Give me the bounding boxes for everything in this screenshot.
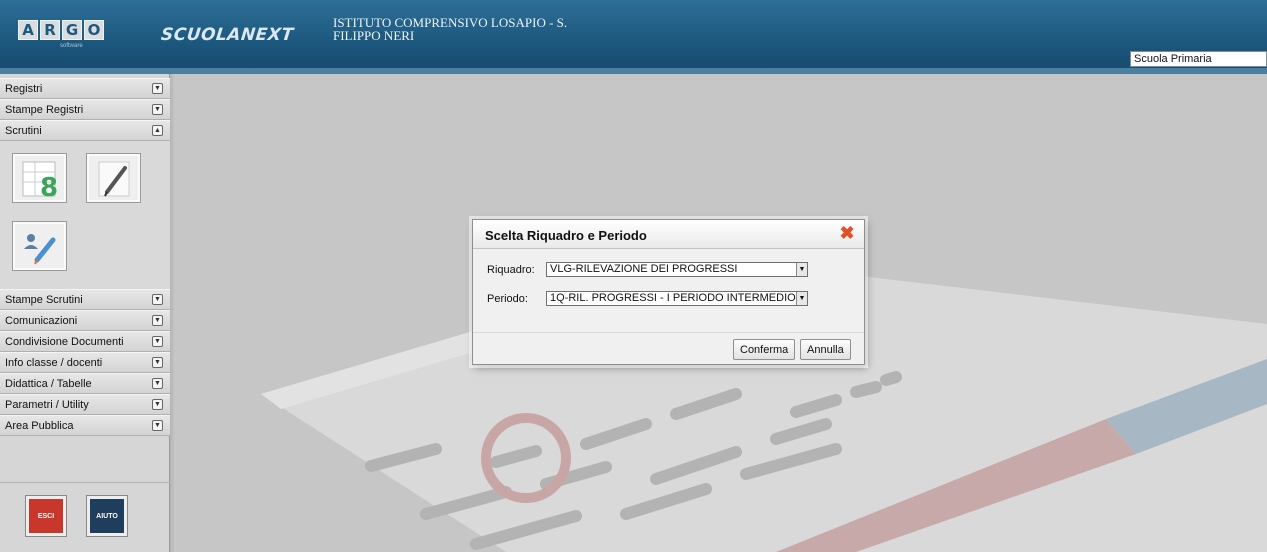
school-level-select[interactable]: Scuola Primaria <box>1130 51 1267 67</box>
collapse-icon[interactable]: ▲ <box>152 125 163 136</box>
sidebar-item-label: Info classe / docenti <box>5 356 103 369</box>
sidebar-item-stampe-scrutini[interactable]: Stampe Scrutini ▼ <box>0 289 170 310</box>
help-button[interactable]: AIUTO <box>86 495 128 537</box>
sidebar-item-stampe-registri[interactable]: Stampe Registri ▼ <box>0 99 170 120</box>
expand-icon[interactable]: ▼ <box>152 336 163 347</box>
expand-icon[interactable]: ▼ <box>152 104 163 115</box>
sidebar-item-area-pubblica[interactable]: Area Pubblica ▼ <box>0 415 170 436</box>
periodo-select[interactable]: 1Q-RIL. PROGRESSI - I PERIODO INTERMEDIO… <box>546 291 808 306</box>
sidebar-item-scrutini[interactable]: Scrutini ▲ <box>0 120 170 141</box>
periodo-label: Periodo: <box>487 293 528 305</box>
logo-subtitle: software <box>60 43 83 49</box>
exit-label: ESCI <box>29 499 63 533</box>
expand-icon[interactable]: ▼ <box>152 420 163 431</box>
school-name: ISTITUTO COMPRENSIVO LOSAPIO - S. FILIPP… <box>333 15 568 43</box>
scrutini-panel: 8 <box>0 141 170 289</box>
riquadro-label: Riquadro: <box>487 264 535 276</box>
chevron-down-icon[interactable]: ▼ <box>796 263 807 276</box>
sidebar-item-label: Area Pubblica <box>5 419 74 432</box>
riquadro-select[interactable]: VLG-RILEVAZIONE DEI PROGRESSI ▼ <box>546 262 808 277</box>
sidebar-item-didattica[interactable]: Didattica / Tabelle ▼ <box>0 373 170 394</box>
app-header: A R G O software SCUOLANEXT ISTITUTO COM… <box>0 0 1267 74</box>
logo-letter: A <box>18 20 38 40</box>
expand-icon[interactable]: ▼ <box>152 315 163 326</box>
riquadro-value: VLG-RILEVAZIONE DEI PROGRESSI <box>550 263 738 275</box>
exit-button[interactable]: ESCI <box>25 495 67 537</box>
help-label: AIUTO <box>90 499 124 533</box>
expand-icon[interactable]: ▼ <box>152 399 163 410</box>
sidebar-divider <box>0 482 170 483</box>
dialog-divider <box>473 332 864 333</box>
sidebar-item-label: Stampe Registri <box>5 103 84 116</box>
sidebar-item-info-classe[interactable]: Info classe / docenti ▼ <box>0 352 170 373</box>
expand-icon[interactable]: ▼ <box>152 83 163 94</box>
cancel-button[interactable]: Annulla <box>800 339 851 360</box>
sidebar-item-label: Parametri / Utility <box>5 398 89 411</box>
student-edit-tile[interactable] <box>12 221 67 271</box>
edit-notes-tile[interactable] <box>86 153 141 203</box>
sidebar: Registri ▼ Stampe Registri ▼ Scrutini ▲ … <box>0 74 170 552</box>
sidebar-item-label: Comunicazioni <box>5 314 78 327</box>
periodo-value: 1Q-RIL. PROGRESSI - I PERIODO INTERMEDIO <box>550 292 796 304</box>
pencil-icon <box>98 161 130 197</box>
period-selection-dialog: Scelta Riquadro e Periodo ✖ Riquadro: VL… <box>472 219 865 365</box>
sidebar-item-label: Stampe Scrutini <box>5 293 83 306</box>
confirm-button[interactable]: Conferma <box>733 339 796 360</box>
expand-icon[interactable]: ▼ <box>152 357 163 368</box>
student-pencil-icon <box>24 234 56 265</box>
logo-letter: O <box>84 20 104 40</box>
sidebar-item-comunicazioni[interactable]: Comunicazioni ▼ <box>0 310 170 331</box>
sidebar-item-parametri[interactable]: Parametri / Utility ▼ <box>0 394 170 415</box>
sidebar-item-registri[interactable]: Registri ▼ <box>0 78 170 99</box>
sidebar-item-label: Condivisione Documenti <box>5 335 124 348</box>
dialog-title: Scelta Riquadro e Periodo <box>473 220 864 249</box>
sidebar-item-label: Registri <box>5 82 43 95</box>
logo-letter: G <box>62 20 82 40</box>
sidebar-item-label: Didattica / Tabelle <box>5 377 92 390</box>
svg-text:8: 8 <box>40 173 58 203</box>
sidebar-item-label: Scrutini <box>5 124 42 137</box>
close-icon[interactable]: ✖ <box>838 224 856 242</box>
expand-icon[interactable]: ▼ <box>152 294 163 305</box>
grades-tile[interactable]: 8 <box>12 153 67 203</box>
argo-logo: A R G O <box>18 20 104 40</box>
logo-letter: R <box>40 20 60 40</box>
sidebar-item-condivisione-documenti[interactable]: Condivisione Documenti ▼ <box>0 331 170 352</box>
app-name: SCUOLANEXT <box>159 25 295 45</box>
chevron-down-icon[interactable]: ▼ <box>796 292 807 305</box>
grade-sheet-icon: 8 <box>22 161 58 203</box>
expand-icon[interactable]: ▼ <box>152 378 163 389</box>
